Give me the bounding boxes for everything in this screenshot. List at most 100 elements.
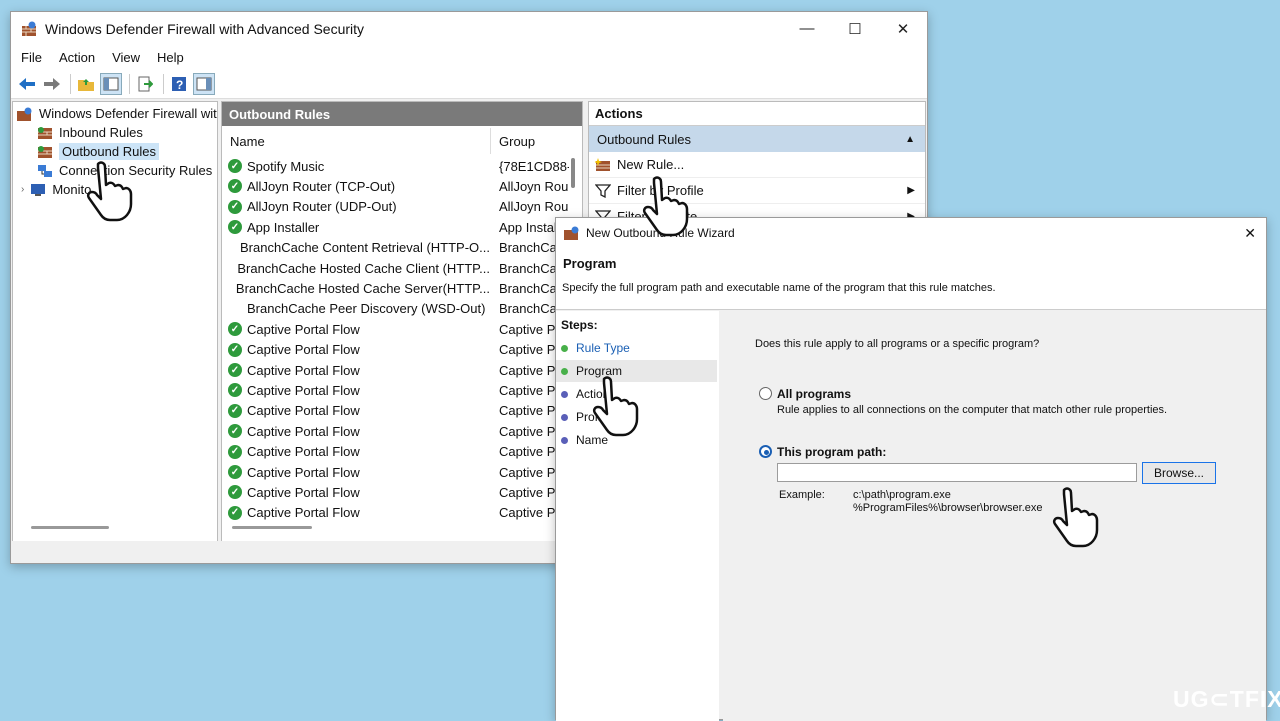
column-header-name[interactable]: Name [230, 134, 265, 149]
this-program-path-radio[interactable] [759, 445, 772, 458]
rule-name: Captive Portal Flow [247, 403, 360, 419]
tree-root-label: Windows Defender Firewall with [39, 106, 218, 121]
help-icon[interactable]: ? [168, 73, 190, 95]
collapse-triangle-icon[interactable]: ▲ [905, 134, 915, 145]
table-row[interactable]: ✓ Spotify Music {78E1CD88- [222, 156, 582, 176]
tree-item-outbound-rules[interactable]: Outbound Rules [37, 142, 159, 161]
rule-name: Captive Portal Flow [247, 505, 360, 521]
actions-pane: Actions Outbound Rules ▲ New Rule... Fil… [588, 101, 926, 221]
maximize-button[interactable]: ☐ [831, 12, 879, 45]
submenu-arrow-icon: ▶ [907, 185, 915, 196]
wizard-close-button[interactable]: ✕ [1244, 225, 1256, 242]
pointing-hand-cursor-icon [1052, 487, 1099, 548]
wizard-steps-panel: Steps: Rule Type Program Action Profile … [556, 311, 719, 721]
table-row[interactable]: BranchCache Content Retrieval (HTTP-O...… [222, 238, 582, 258]
this-program-path-label[interactable]: This program path: [777, 445, 886, 459]
table-row[interactable]: ✓ Captive Portal Flow Captive Po [222, 319, 582, 339]
expand-chevron-icon[interactable]: › [21, 184, 24, 195]
table-row[interactable]: ✓ App Installer App Instal [222, 217, 582, 237]
column-header-group[interactable]: Group [499, 134, 535, 149]
wizard-heading: Program [563, 256, 617, 271]
example-path-2: %ProgramFiles%\browser\browser.exe [853, 502, 1043, 514]
rule-name-cell: ✓ Captive Portal Flow [228, 363, 490, 378]
example-label: Example: [779, 489, 825, 501]
wizard-header: Program Specify the full program path an… [556, 248, 1266, 310]
filter-icon [595, 183, 611, 198]
table-row[interactable]: BranchCache Hosted Cache Client (HTTP...… [222, 258, 582, 278]
up-folder-icon[interactable] [75, 73, 97, 95]
show-hide-tree-icon[interactable] [100, 72, 122, 95]
rule-name-cell: ✓ Captive Portal Flow [228, 403, 490, 418]
table-row[interactable]: ✓ AllJoyn Router (UDP-Out) AllJoyn Rou [222, 197, 582, 217]
enabled-check-icon: ✓ [228, 342, 242, 357]
toolbar: ? [11, 69, 927, 99]
rule-name: AllJoyn Router (TCP-Out) [247, 178, 396, 194]
rule-name: Captive Portal Flow [247, 464, 360, 480]
rule-name-cell: ✓ Captive Portal Flow [228, 322, 490, 337]
table-row[interactable]: ✓ Captive Portal Flow Captive Po [222, 360, 582, 380]
rule-name: AllJoyn Router (UDP-Out) [247, 199, 397, 215]
rule-name: BranchCache Peer Discovery (WSD-Out) [247, 301, 486, 317]
enabled-check-icon: ✓ [228, 485, 242, 500]
export-list-icon[interactable] [134, 73, 156, 95]
monitoring-icon [31, 183, 46, 196]
firewall-icon [17, 107, 32, 121]
all-programs-label[interactable]: All programs [777, 387, 851, 401]
table-row[interactable]: BranchCache Peer Discovery (WSD-Out) Bran… [222, 299, 582, 319]
menu-action[interactable]: Action [59, 50, 95, 65]
show-hide-action-pane-icon[interactable] [193, 72, 215, 95]
step-pending-dot-icon [561, 390, 568, 398]
steps-label: Steps: [561, 318, 598, 332]
program-path-input[interactable] [777, 463, 1137, 482]
disabled-blank-icon [228, 261, 232, 275]
table-row[interactable]: ✓ Captive Portal Flow Captive Po [222, 421, 582, 441]
rule-name: Captive Portal Flow [247, 321, 360, 337]
rule-name: Captive Portal Flow [247, 342, 360, 358]
tree-root[interactable]: Windows Defender Firewall with [17, 104, 218, 123]
table-row[interactable]: ✓ Captive Portal Flow Captive Po [222, 503, 582, 523]
rule-name-cell: ✓ Captive Portal Flow [228, 505, 490, 520]
rule-name-cell: BranchCache Content Retrieval (HTTP-O... [228, 240, 490, 255]
rules-list-pane: Outbound Rules Name Group ✓ Spotify Music… [221, 101, 583, 543]
all-programs-radio[interactable] [759, 387, 772, 400]
enabled-check-icon: ✓ [228, 505, 242, 520]
step-rule-type[interactable]: Rule Type [556, 337, 717, 359]
enabled-check-icon: ✓ [228, 383, 242, 398]
action-label: New Rule... [617, 157, 685, 172]
minimize-button[interactable]: — [783, 12, 831, 45]
step-current-dot-icon [561, 367, 568, 375]
tree-item-monitoring[interactable]: › Monito [21, 180, 91, 199]
menu-file[interactable]: File [21, 50, 42, 65]
table-row[interactable]: ✓ Captive Portal Flow Captive Po [222, 380, 582, 400]
new-outbound-rule-wizard: New Outbound Rule Wizard ✕ Program Speci… [555, 217, 1267, 721]
rule-name-cell: ✓ Captive Portal Flow [228, 465, 490, 480]
table-row[interactable]: ✓ Captive Portal Flow Captive Po [222, 462, 582, 482]
horizontal-scrollbar[interactable] [232, 526, 312, 529]
enabled-check-icon: ✓ [228, 199, 242, 214]
tree-horizontal-scrollbar[interactable] [31, 526, 109, 529]
forward-icon[interactable] [41, 73, 63, 95]
table-row[interactable]: ✓ Captive Portal Flow Captive Po [222, 442, 582, 462]
rule-name-cell: ✓ Spotify Music [228, 159, 490, 174]
close-button[interactable]: ✕ [879, 12, 927, 45]
table-row[interactable]: ✓ Captive Portal Flow Captive Po [222, 340, 582, 360]
table-row[interactable]: BranchCache Hosted Cache Server(HTTP... B… [222, 278, 582, 298]
tree-item-inbound-rules[interactable]: Inbound Rules [37, 123, 143, 142]
rule-group: AllJoyn Rou [499, 178, 569, 194]
vertical-scrollbar[interactable] [571, 158, 575, 188]
back-icon[interactable] [16, 73, 38, 95]
firewall-icon [564, 226, 579, 240]
pointing-hand-cursor-icon [592, 376, 639, 437]
svg-text:?: ? [176, 78, 183, 92]
rule-group: AllJoyn Rou [499, 199, 569, 215]
table-row[interactable]: ✓ Captive Portal Flow Captive Po [222, 482, 582, 502]
column-divider[interactable] [490, 128, 491, 154]
menu-view[interactable]: View [112, 50, 140, 65]
table-row[interactable]: ✓ AllJoyn Router (TCP-Out) AllJoyn Rou [222, 176, 582, 196]
table-row[interactable]: ✓ Captive Portal Flow Captive Po [222, 401, 582, 421]
rule-name-cell: ✓ AllJoyn Router (TCP-Out) [228, 179, 490, 194]
actions-section-outbound-rules[interactable]: Outbound Rules ▲ [589, 126, 925, 152]
menu-help[interactable]: Help [157, 50, 184, 65]
tree-item-label: Outbound Rules [59, 143, 159, 160]
browse-button[interactable]: Browse... [1142, 462, 1216, 484]
